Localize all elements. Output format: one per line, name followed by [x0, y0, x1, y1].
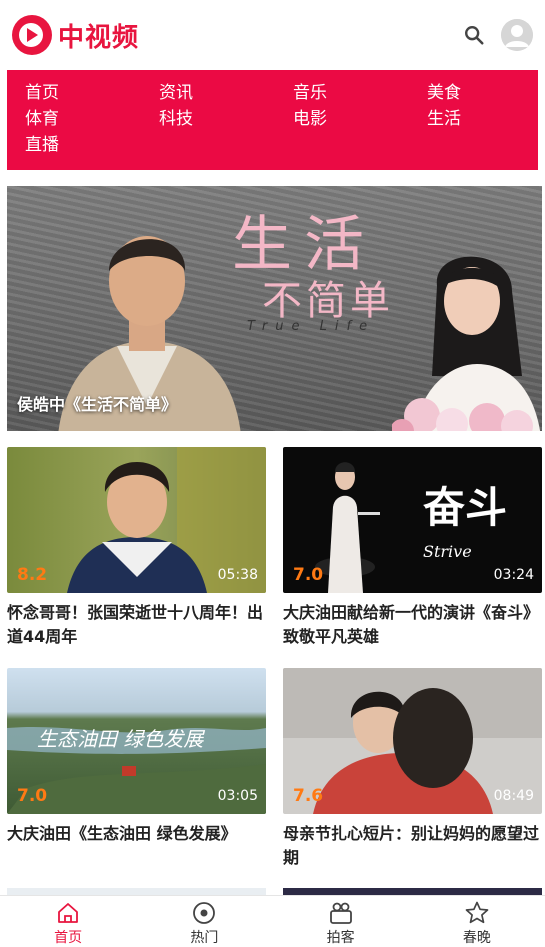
tab-label: 拍客 — [326, 930, 355, 946]
nav-item-music[interactable]: 音乐 — [293, 80, 427, 106]
camera-icon — [329, 902, 352, 924]
video-card[interactable]: 生态油田 绿色发展 7.0 03:05 大庆油田《生态油田 绿色发展》 — [7, 668, 266, 846]
video-art-english: Strive — [423, 542, 472, 561]
tab-home[interactable]: 首页 — [0, 896, 136, 947]
video-thumbnail: 奋斗 Strive 7.0 03:24 — [283, 447, 542, 593]
video-score: 7.6 — [293, 786, 324, 806]
video-score: 7.0 — [17, 786, 48, 806]
nav-item-tech[interactable]: 科技 — [159, 106, 293, 132]
nav-item-movies[interactable]: 电影 — [293, 106, 427, 132]
video-title: 怀念哥哥！张国荣逝世十八周年！出道44周年 — [7, 603, 264, 646]
tab-label: 春晚 — [462, 930, 491, 946]
nav-item-news[interactable]: 资讯 — [159, 80, 293, 106]
video-card[interactable]: 7.6 08:49 母亲节扎心短片：别让妈妈的愿望过期 — [283, 668, 542, 870]
video-title: 母亲节扎心短片：别让妈妈的愿望过期 — [283, 824, 540, 867]
hero-woman-figure — [392, 256, 541, 431]
home-icon — [58, 903, 79, 923]
app-header: 中视频 — [0, 0, 545, 70]
star-icon — [465, 901, 489, 924]
tab-hot[interactable]: 热门 — [136, 896, 272, 947]
video-duration: 05:38 — [217, 567, 258, 583]
video-art-text: 奋斗 — [423, 483, 507, 532]
tab-gala[interactable]: 春晚 — [409, 896, 545, 947]
video-card[interactable]: 奋斗 Strive 7.0 03:24 大庆油田献给新一代的演讲《奋斗》 致敬平… — [283, 447, 542, 649]
video-thumbnail: 7.6 08:49 — [283, 668, 542, 814]
logo-icon — [12, 15, 52, 55]
nav-item-sports[interactable]: 体育 — [25, 106, 159, 132]
search-icon[interactable] — [463, 24, 485, 46]
nav-item-food[interactable]: 美食 — [427, 80, 537, 106]
video-card[interactable]: 8.2 05:38 怀念哥哥！张国荣逝世十八周年！出道44周年 — [7, 447, 266, 649]
video-score: 7.0 — [293, 565, 324, 585]
video-duration: 08:49 — [493, 788, 534, 804]
video-thumbnail: 8.2 05:38 — [7, 447, 266, 593]
video-title: 大庆油田献给新一代的演讲《奋斗》 致敬平凡英雄 — [283, 603, 540, 646]
tab-label: 首页 — [54, 930, 83, 946]
video-art-text: 生态油田 绿色发展 — [37, 727, 205, 751]
tab-paike[interactable]: 拍客 — [273, 896, 409, 947]
hot-icon — [193, 902, 216, 924]
hero-art-subtitle: 不简单 — [262, 278, 394, 324]
hero-art-english: True Life — [247, 319, 376, 334]
video-thumbnail: 生态油田 绿色发展 7.0 03:05 — [7, 668, 266, 814]
logo-text: 中视频 — [58, 22, 140, 53]
hero-caption: 侯皓中《生活不简单》 — [17, 395, 178, 414]
tab-label: 热门 — [190, 930, 219, 946]
category-nav: 首页 资讯 音乐 美食 体育 科技 电影 生活 直播 — [7, 70, 538, 170]
header-actions — [463, 19, 533, 51]
video-title: 大庆油田《生态油田 绿色发展》 — [7, 824, 237, 843]
hero-banner[interactable]: 生活 不简单 True Life 侯皓中《生活不简单》 — [7, 186, 542, 431]
video-duration: 03:05 — [217, 788, 258, 804]
nav-item-live[interactable]: 直播 — [25, 132, 159, 158]
nav-item-life[interactable]: 生活 — [427, 106, 537, 132]
avatar[interactable] — [501, 19, 533, 51]
video-duration: 03:24 — [493, 567, 534, 583]
bottom-tabbar: 首页 热门 拍客 春晚 — [0, 895, 545, 947]
video-score: 8.2 — [17, 565, 48, 585]
nav-item-home[interactable]: 首页 — [25, 80, 159, 106]
